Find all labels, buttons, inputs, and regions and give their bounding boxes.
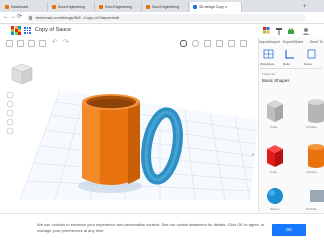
new-tab-button[interactable]: + bbox=[303, 2, 307, 12]
header-right-icons bbox=[263, 27, 310, 35]
browser-tab[interactable]: Sora Engineering bbox=[96, 2, 142, 12]
shape-label: Cube bbox=[270, 125, 278, 129]
address-bar: ← → ⟳ tinkercad.com/things/3h9...Copy-of… bbox=[0, 12, 324, 24]
back-icon[interactable]: ← bbox=[3, 13, 9, 22]
undo-icon[interactable]: ↶ bbox=[52, 38, 58, 46]
delete-icon[interactable] bbox=[39, 40, 46, 47]
cookie-ok-button[interactable]: OK bbox=[272, 224, 306, 236]
tab-label: Sora Engineering bbox=[105, 5, 133, 9]
redo-icon[interactable]: ↷ bbox=[63, 38, 69, 46]
view-cube-icon[interactable] bbox=[11, 63, 33, 85]
perspective-icon[interactable] bbox=[6, 127, 14, 135]
copy-icon[interactable] bbox=[6, 40, 13, 47]
export-button[interactable]: Export/Share bbox=[283, 40, 303, 44]
forward-icon[interactable]: → bbox=[10, 13, 16, 22]
workplane-viewport[interactable]: › bbox=[0, 50, 258, 213]
design-grid-icon[interactable] bbox=[24, 27, 31, 34]
design-title[interactable]: Copy of Sauce bbox=[35, 26, 71, 35]
group-icon[interactable] bbox=[216, 40, 223, 47]
tinkercad-logo[interactable] bbox=[11, 26, 21, 35]
tab-favicon-icon bbox=[99, 5, 103, 9]
shape-cube-gray[interactable] bbox=[267, 100, 283, 122]
ungroup-icon[interactable] bbox=[240, 40, 247, 47]
paste-icon[interactable] bbox=[17, 40, 24, 47]
tab-label: Sora Engineering bbox=[58, 5, 86, 9]
import-button[interactable]: Import/Import bbox=[259, 40, 280, 44]
note-icon[interactable] bbox=[192, 40, 199, 47]
shapes-grid bbox=[267, 99, 324, 204]
shape-scribble[interactable] bbox=[310, 190, 324, 202]
hammer-icon[interactable] bbox=[276, 28, 282, 35]
3d-view-icon[interactable] bbox=[263, 27, 270, 34]
tab-label: 3D design Copy o bbox=[199, 5, 227, 9]
url-text: tinkercad.com/things/3h9...Copy-of-Sauce… bbox=[36, 14, 120, 20]
shape-label: Scribble bbox=[306, 207, 317, 211]
shape-label: Cylinder bbox=[306, 125, 318, 129]
workplane-label: Workplane bbox=[260, 62, 275, 66]
zoom-in-icon[interactable] bbox=[6, 109, 14, 117]
panel-divider bbox=[260, 68, 322, 69]
shape-cube-red[interactable] bbox=[267, 145, 283, 167]
align-icon[interactable] bbox=[204, 40, 211, 47]
browser-tab[interactable]: Sora Engineering bbox=[143, 2, 189, 12]
shape-cylinder-orange[interactable] bbox=[308, 144, 324, 168]
shape-label: Cube bbox=[270, 170, 278, 174]
tab-favicon-icon bbox=[5, 5, 9, 9]
notes-label: Notes bbox=[304, 62, 312, 66]
zoom-out-icon[interactable] bbox=[6, 118, 14, 126]
tab-favicon-icon bbox=[52, 5, 56, 9]
browser-tab-strip: Dashboard Sora Engineering Sora Engineer… bbox=[0, 0, 324, 12]
workplane-icon[interactable] bbox=[263, 49, 274, 59]
mirror-icon[interactable] bbox=[228, 40, 235, 47]
tab-label: Sora Engineering bbox=[152, 5, 180, 9]
fit-view-icon[interactable] bbox=[6, 100, 14, 108]
shape-category-dropdown[interactable]: Basic Shapes bbox=[262, 78, 290, 83]
notes-icon[interactable] bbox=[307, 49, 316, 59]
ruler-label: Ruler bbox=[283, 62, 291, 66]
shape-cylinder-gray[interactable] bbox=[308, 99, 324, 123]
visibility-icon[interactable] bbox=[180, 40, 187, 47]
duplicate-icon[interactable] bbox=[28, 40, 35, 47]
browser-tab[interactable]: Sora Engineering bbox=[49, 2, 95, 12]
category-label: Tinkercad bbox=[262, 72, 276, 76]
shape-label: Cylinder bbox=[306, 170, 318, 174]
tab-label: Dashboard bbox=[11, 5, 29, 9]
url-input[interactable]: tinkercad.com/things/3h9...Copy-of-Sauce… bbox=[26, 13, 306, 22]
home-view-icon[interactable] bbox=[6, 91, 14, 99]
browser-tab[interactable]: Dashboard bbox=[2, 2, 48, 12]
tab-favicon-icon bbox=[193, 5, 197, 9]
shape-sphere-blue[interactable] bbox=[267, 188, 283, 204]
mug-body[interactable] bbox=[82, 94, 140, 185]
browser-tab-active[interactable]: 3D design Copy o bbox=[190, 2, 242, 12]
reload-icon[interactable]: ⟳ bbox=[17, 13, 22, 22]
user-avatar-icon[interactable] bbox=[302, 28, 310, 35]
bricks-icon[interactable] bbox=[288, 28, 294, 35]
collapse-panel-icon[interactable]: › bbox=[252, 152, 254, 158]
lock-icon bbox=[29, 15, 32, 20]
send-to-button[interactable]: Send To bbox=[310, 40, 323, 44]
ruler-icon[interactable] bbox=[285, 50, 294, 59]
cookie-banner: We use cookies to enhance your experienc… bbox=[0, 213, 324, 244]
cookie-message: We use cookies to enhance your experienc… bbox=[37, 222, 265, 233]
shape-label: Sphere bbox=[270, 207, 280, 211]
workplane-grid[interactable]: › bbox=[0, 50, 258, 213]
tab-favicon-icon bbox=[146, 5, 150, 9]
